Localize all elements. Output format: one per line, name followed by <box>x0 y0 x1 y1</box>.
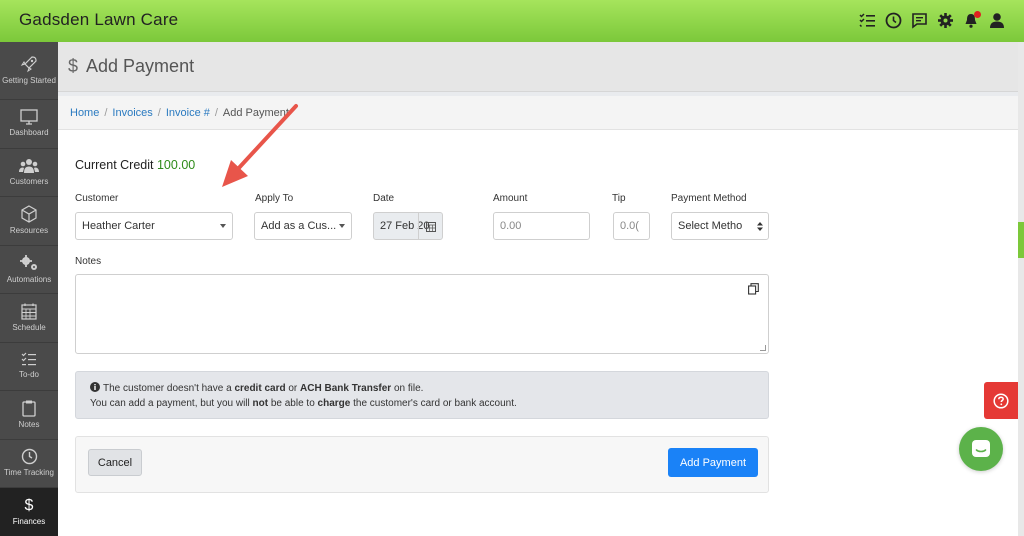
bell-icon[interactable] <box>962 11 981 29</box>
top-bar: Gadsden Lawn Care <box>0 0 1024 42</box>
customer-value: Heather Carter <box>82 220 155 232</box>
amount-label: Amount <box>493 193 528 204</box>
page-title-text: Add Payment <box>86 56 195 76</box>
checklist-icon <box>21 352 36 366</box>
breadcrumb-invoices[interactable]: Invoices <box>112 107 152 119</box>
sidebar-item-label: To-do <box>18 370 39 380</box>
customer-select[interactable]: Heather Carter <box>75 212 233 240</box>
dollar-icon: $ <box>24 496 34 514</box>
app-title[interactable]: Gadsden Lawn Care <box>19 10 178 30</box>
sidebar-item-time-tracking[interactable]: Time Tracking <box>0 440 58 488</box>
chat-icon <box>972 440 990 457</box>
credit-label: Current Credit <box>75 158 154 172</box>
sidebar-item-label: Schedule <box>12 322 46 332</box>
form-actions: Cancel Add Payment <box>75 436 769 493</box>
credit-value: 100.00 <box>156 158 196 172</box>
sidebar-item-automations[interactable]: Automations <box>0 246 58 294</box>
amount-input[interactable]: 0.00 <box>493 212 590 240</box>
main-content: Current Credit 100.00 Customer Apply To … <box>58 130 1018 536</box>
clock-icon <box>21 449 37 465</box>
payment-method-select[interactable]: Select Metho <box>671 212 769 240</box>
cancel-button[interactable]: Cancel <box>88 449 142 476</box>
payment-method-label: Payment Method <box>671 193 747 204</box>
tip-placeholder: 0.0( <box>620 220 639 232</box>
apply-to-label: Apply To <box>255 193 294 204</box>
customer-label: Customer <box>75 193 119 204</box>
clipboard-icon <box>22 400 36 417</box>
sidebar-item-customers[interactable]: Customers <box>0 149 58 197</box>
payment-method-value: Select Metho <box>678 220 743 232</box>
current-credit: Current Credit 100.00 <box>75 158 195 172</box>
scrollbar[interactable] <box>1018 42 1024 536</box>
info-alert: The customer doesn't have a credit card … <box>75 371 769 419</box>
alert-line-2: You can add a payment, but you will not … <box>90 398 517 409</box>
gears-icon <box>20 254 37 270</box>
info-icon <box>90 382 100 392</box>
clock-icon[interactable] <box>884 11 902 29</box>
users-icon <box>19 158 39 173</box>
apply-to-select[interactable]: Add as a Cus... <box>254 212 352 240</box>
sidebar-item-label: Automations <box>6 274 52 284</box>
sidebar-item-dashboard[interactable]: Dashboard <box>0 100 58 149</box>
help-button[interactable] <box>984 382 1018 419</box>
sidebar-item-schedule[interactable]: Schedule <box>0 294 58 343</box>
help-icon <box>993 392 1009 409</box>
notification-dot <box>974 11 981 18</box>
sidebar-item-todo[interactable]: To-do <box>0 343 58 391</box>
sidebar-item-label: Getting Started <box>2 76 56 85</box>
breadcrumb: Home / Invoices / Invoice # / Add Payment <box>58 96 1024 130</box>
notes-textarea[interactable] <box>75 274 769 354</box>
user-icon[interactable] <box>988 11 1006 29</box>
sidebar-item-label: Time Tracking <box>4 468 54 478</box>
gear-icon[interactable] <box>936 11 954 29</box>
page-title: $ Add Payment <box>68 56 194 77</box>
breadcrumb-current: Add Payment <box>222 107 289 119</box>
notes-label: Notes <box>75 256 102 267</box>
apply-to-value: Add as a Cus... <box>261 220 337 232</box>
chevron-down-icon <box>220 224 226 228</box>
sidebar-item-getting-started[interactable]: Getting Started <box>0 42 58 100</box>
sidebar-item-notes[interactable]: Notes <box>0 391 58 440</box>
breadcrumb-home[interactable]: Home <box>70 107 99 119</box>
top-icons <box>858 11 1006 29</box>
resize-handle[interactable] <box>760 345 766 351</box>
dollar-icon: $ <box>68 56 79 76</box>
sidebar: Getting Started Dashboard Customers Reso… <box>0 42 58 536</box>
date-input[interactable]: 27 Feb 20 <box>373 212 443 240</box>
sidebar-item-resources[interactable]: Resources <box>0 197 58 246</box>
calendar-icon <box>21 303 37 320</box>
monitor-icon <box>20 109 38 125</box>
calendar-icon[interactable] <box>418 213 442 239</box>
add-payment-button[interactable]: Add Payment <box>668 448 758 477</box>
amount-placeholder: 0.00 <box>500 220 522 232</box>
sidebar-item-label: Notes <box>18 419 40 429</box>
tip-label: Tip <box>612 193 626 204</box>
page-header: $ Add Payment <box>58 42 1024 92</box>
checklist-icon[interactable] <box>858 11 876 29</box>
sidebar-item-finances[interactable]: $ Finances <box>0 488 58 536</box>
chat-icon[interactable] <box>910 11 928 29</box>
sidebar-item-label: Finances <box>12 516 46 526</box>
copy-icon[interactable] <box>748 283 759 295</box>
updown-caret-icon <box>757 222 763 231</box>
sidebar-item-label: Dashboard <box>9 128 49 138</box>
sidebar-item-label: Customers <box>9 176 49 186</box>
scrollbar-thumb[interactable] <box>1018 222 1024 258</box>
chevron-down-icon <box>339 224 345 228</box>
breadcrumb-invoice[interactable]: Invoice # <box>166 107 210 119</box>
sidebar-item-label: Resources <box>9 226 49 236</box>
rocket-icon <box>20 56 37 73</box>
date-label: Date <box>373 193 395 204</box>
chat-launcher-button[interactable] <box>959 427 1003 471</box>
box-icon <box>21 205 37 223</box>
alert-line-1: The customer doesn't have a credit card … <box>90 381 754 396</box>
tip-input[interactable]: 0.0( <box>613 212 650 240</box>
